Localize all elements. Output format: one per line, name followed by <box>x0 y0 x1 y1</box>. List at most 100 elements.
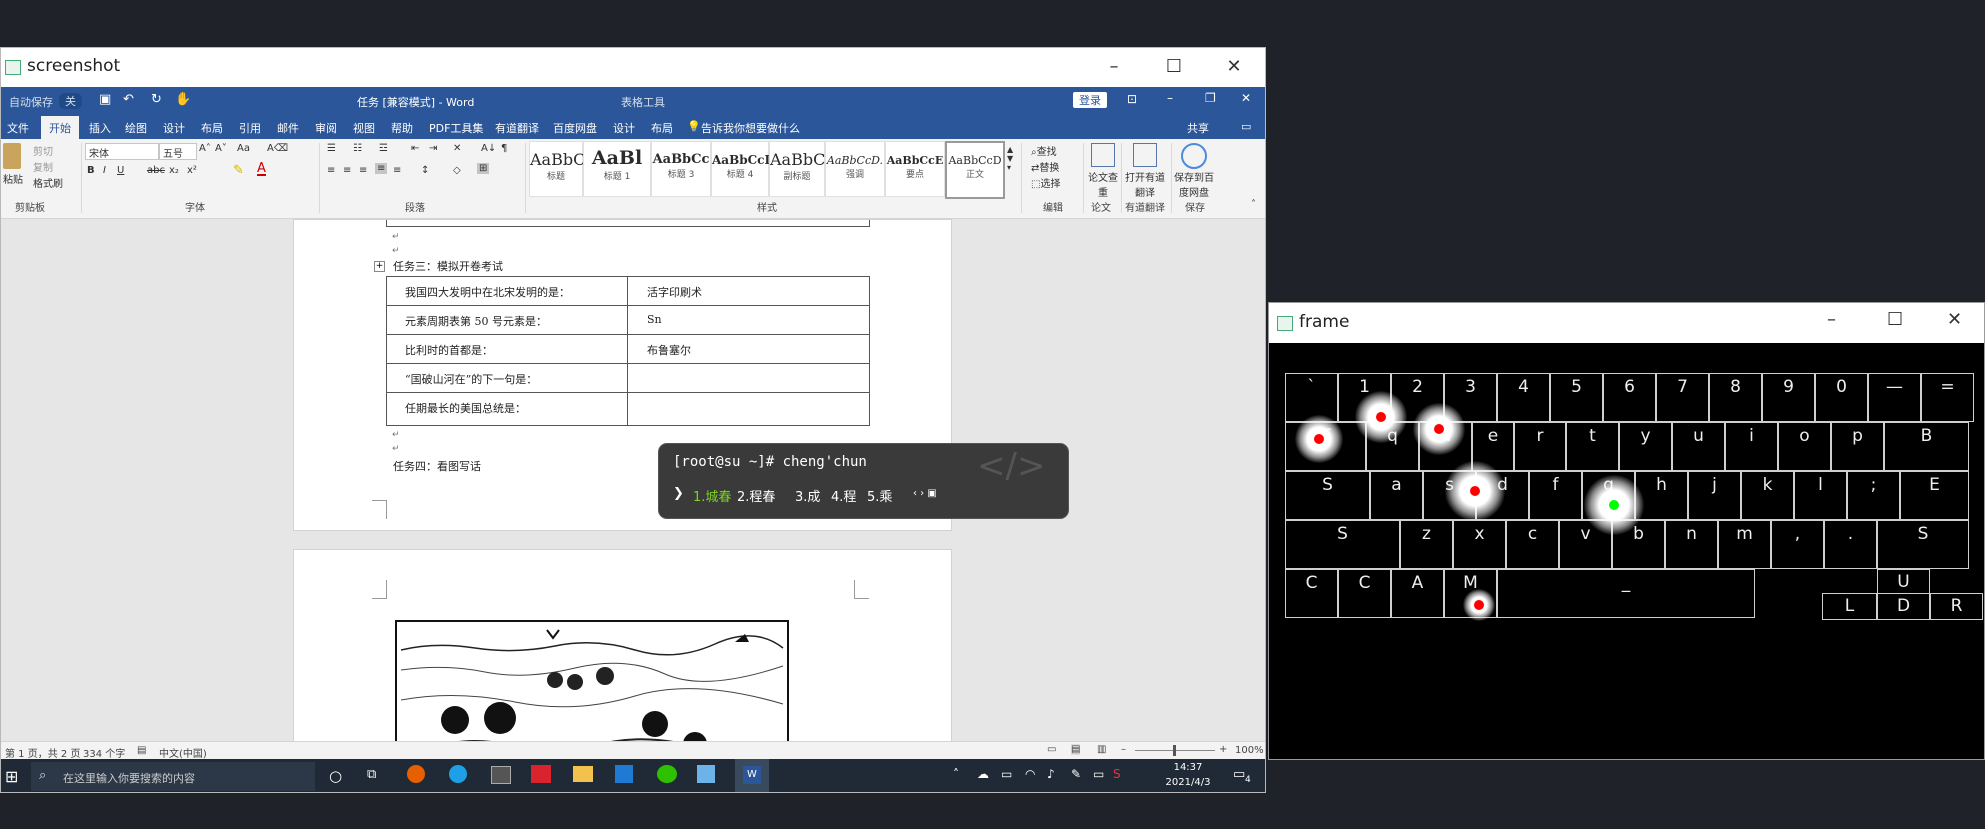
key-4-4[interactable]: _ <box>1497 569 1755 618</box>
app-icon[interactable] <box>697 765 715 783</box>
taskbar-search-box[interactable]: ⌕ 在这里输入你要搜索的内容 <box>31 762 315 791</box>
ime-candidate-popup[interactable]: [root@su ~]# cheng'chun </> ❯ 1.城春 2.程春 … <box>658 443 1069 519</box>
firefox-icon[interactable] <box>407 765 425 783</box>
sort-icon[interactable]: A↓ <box>481 143 496 154</box>
key-1-9[interactable]: o <box>1778 422 1831 471</box>
ime-candidate-2[interactable]: 2.程春 <box>737 486 775 505</box>
key-3-9[interactable]: . <box>1824 520 1877 569</box>
proofing-icon[interactable]: ▤ <box>137 745 146 756</box>
close-button[interactable]: ✕ <box>1204 48 1264 86</box>
tab-insert[interactable]: 插入 <box>89 120 111 136</box>
copy-button[interactable]: 复制 <box>33 159 53 174</box>
key-3-7[interactable]: m <box>1718 520 1771 569</box>
style-heading[interactable]: AaBbC(标题 <box>529 141 592 197</box>
key-1-8[interactable]: i <box>1725 422 1778 471</box>
file-explorer-icon[interactable] <box>573 766 593 782</box>
tab-references[interactable]: 引用 <box>239 120 261 136</box>
shading-icon[interactable]: ◇ <box>453 165 461 176</box>
key-5-1[interactable]: D <box>1877 593 1930 620</box>
ime-candidate-1[interactable]: 1.城春 <box>693 486 731 505</box>
tell-me-search[interactable]: 告诉我你想要做什么 <box>701 120 800 136</box>
zoom-out-icon[interactable]: – <box>1121 744 1126 755</box>
pen-icon[interactable]: ✎ <box>1071 767 1081 781</box>
line-spacing-icon[interactable]: ↕ <box>421 165 429 176</box>
display-icon[interactable]: ▭ <box>1093 767 1104 781</box>
wechat-icon[interactable] <box>657 765 677 783</box>
table-row[interactable]: 任期最长的美国总统是： <box>387 393 869 422</box>
key-1-10[interactable]: p <box>1831 422 1884 471</box>
key-3-3[interactable]: c <box>1506 520 1559 569</box>
print-layout-icon[interactable]: ▤ <box>1071 744 1081 755</box>
youdao-translate-button[interactable]: 打开有道翻译 <box>1123 169 1167 199</box>
style-key-point[interactable]: AaBbCcE 要点 <box>885 141 945 197</box>
word-close-icon[interactable]: ✕ <box>1241 91 1251 105</box>
clear-format-icon[interactable]: A⌫ <box>267 143 288 154</box>
decrease-indent-icon[interactable]: ⇤ <box>411 143 419 154</box>
ime-candidate-5[interactable]: 5.乘 <box>867 486 892 505</box>
autosave-toggle[interactable]: 关 <box>59 93 82 109</box>
tab-baidu-pan[interactable]: 百度网盘 <box>553 120 597 136</box>
taskbar-time[interactable]: 14:37 <box>1161 762 1215 773</box>
key-0-7[interactable]: 7 <box>1656 373 1709 422</box>
key-4-5[interactable]: U <box>1877 569 1930 594</box>
baidu-cloud-icon[interactable] <box>1181 143 1207 169</box>
style-subtitle[interactable]: AaBbC(副标题 <box>769 141 832 197</box>
change-case-icon[interactable]: Aa <box>237 143 250 154</box>
grow-font-icon[interactable]: A˄ <box>199 143 211 154</box>
notification-icon[interactable]: ▭ <box>1233 767 1245 782</box>
tab-mailings[interactable]: 邮件 <box>277 120 299 136</box>
wifi-icon[interactable]: ◠ <box>1025 767 1035 781</box>
format-painter-button[interactable]: 格式刷 <box>33 175 63 190</box>
table-cell-question[interactable]: 比利时的首都是： <box>405 342 493 358</box>
tab-review[interactable]: 审阅 <box>315 120 337 136</box>
find-button[interactable]: ⌕查找 <box>1031 143 1057 158</box>
key-2-10[interactable]: ; <box>1847 471 1900 520</box>
shrink-font-icon[interactable]: A˅ <box>215 143 227 154</box>
key-2-11[interactable]: E <box>1900 471 1969 520</box>
key-0-0[interactable]: ` <box>1285 373 1338 422</box>
key-3-1[interactable]: z <box>1400 520 1453 569</box>
align-left-icon[interactable]: ≡ <box>327 165 335 176</box>
bold-icon[interactable]: B <box>87 165 95 176</box>
ime-page-arrows-icon[interactable]: ‹ › ▣ <box>913 488 937 499</box>
key-1-5[interactable]: t <box>1566 422 1619 471</box>
table-cell-answer[interactable]: 活字印刷术 <box>647 284 702 300</box>
share-button[interactable]: 共享 <box>1187 120 1209 136</box>
tab-design[interactable]: 设计 <box>163 120 185 136</box>
key-2-7[interactable]: j <box>1688 471 1741 520</box>
key-5-2[interactable]: R <box>1930 593 1983 620</box>
word-restore-icon[interactable]: ❐ <box>1205 91 1216 105</box>
paste-label[interactable]: 粘贴 <box>3 171 23 186</box>
task-view-icon[interactable]: ⧉ <box>367 767 376 782</box>
styles-scroll-icon[interactable]: ▲ ▼ ▾ <box>1007 145 1013 172</box>
ime-candidate-4[interactable]: 4.程 <box>831 486 856 505</box>
paste-icon[interactable] <box>3 143 21 169</box>
numbering-icon[interactable]: ☷ <box>353 143 362 154</box>
table-cell-question[interactable]: 任期最长的美国总统是： <box>405 400 526 416</box>
close-button[interactable]: ✕ <box>1947 309 1962 330</box>
save-to-baidu-button[interactable]: 保存到百度网盘 <box>1173 169 1215 199</box>
borders-icon[interactable]: ⊞ <box>477 163 490 174</box>
key-2-1[interactable]: a <box>1370 471 1423 520</box>
undo-icon[interactable]: ↶ <box>123 92 134 107</box>
key-2-4[interactable]: f <box>1529 471 1582 520</box>
key-3-10[interactable]: S <box>1877 520 1969 569</box>
table-move-handle-icon[interactable]: + <box>374 261 385 272</box>
language[interactable]: 中文(中国) <box>159 745 207 760</box>
web-layout-icon[interactable]: ▥ <box>1097 744 1106 755</box>
ime-candidate-3[interactable]: 3.成 <box>795 486 820 505</box>
terminal-icon[interactable] <box>491 766 511 784</box>
volume-icon[interactable]: ♪ <box>1047 767 1055 781</box>
bullets-icon[interactable]: ☰ <box>327 143 336 154</box>
touch-mode-icon[interactable]: ✋ <box>175 92 191 107</box>
collapse-ribbon-icon[interactable]: ˄ <box>1251 199 1256 210</box>
superscript-icon[interactable]: x² <box>187 165 197 176</box>
align-center-icon[interactable]: ≡ <box>343 165 351 176</box>
show-marks-icon[interactable]: ¶ <box>501 143 507 154</box>
vscode-icon[interactable] <box>615 765 633 783</box>
subscript-icon[interactable]: x₂ <box>169 165 179 176</box>
font-name-select[interactable]: 宋体 <box>85 143 159 160</box>
frame-titlebar[interactable]: frame – ☐ ✕ <box>1269 303 1984 343</box>
key-2-8[interactable]: k <box>1741 471 1794 520</box>
page-count[interactable]: 第 1 页，共 2 页 <box>5 745 80 760</box>
